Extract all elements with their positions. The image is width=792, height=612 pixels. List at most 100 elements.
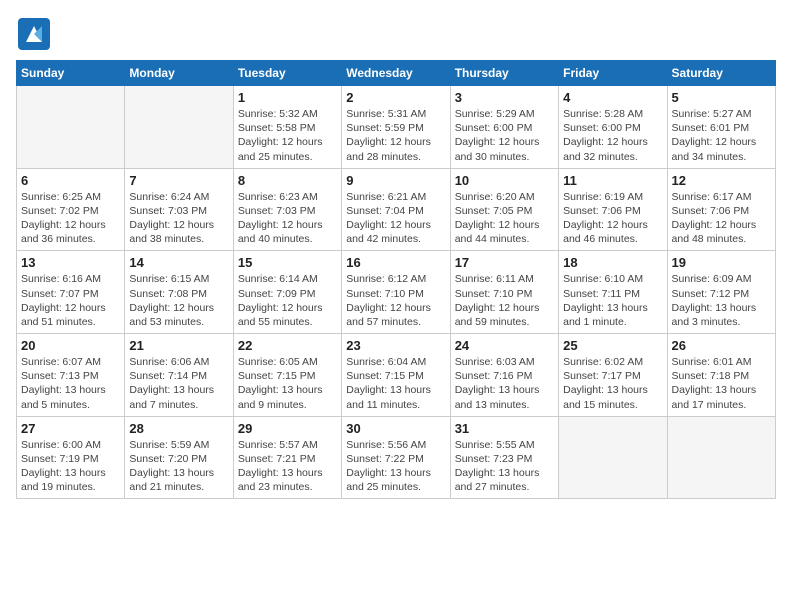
calendar-cell: 16 Sunrise: 6:12 AM Sunset: 7:10 PM Dayli… bbox=[342, 251, 450, 334]
logo-icon bbox=[16, 16, 52, 52]
day-number: 7 bbox=[129, 173, 228, 188]
day-number: 21 bbox=[129, 338, 228, 353]
week-row-2: 6 Sunrise: 6:25 AM Sunset: 7:02 PM Daylig… bbox=[17, 168, 776, 251]
day-info: Sunrise: 6:23 AM Sunset: 7:03 PM Dayligh… bbox=[238, 190, 337, 247]
day-info: Sunrise: 5:57 AM Sunset: 7:21 PM Dayligh… bbox=[238, 438, 337, 495]
calendar-cell: 14Sunrise: 6:15 AM Sunset: 7:08 PM Dayli… bbox=[125, 251, 233, 334]
day-number: 1 bbox=[238, 90, 337, 105]
calendar-cell: 15 Sunrise: 6:14 AM Sunset: 7:09 PM Dayli… bbox=[233, 251, 341, 334]
calendar-cell: 20 Sunrise: 6:07 AM Sunset: 7:13 PM Dayli… bbox=[17, 334, 125, 417]
week-row-5: 27 Sunrise: 6:00 AM Sunset: 7:19 PM Dayli… bbox=[17, 416, 776, 499]
calendar-cell: 8 Sunrise: 6:23 AM Sunset: 7:03 PM Daylig… bbox=[233, 168, 341, 251]
day-info: Sunrise: 6:11 AM Sunset: 7:10 PM Dayligh… bbox=[455, 272, 554, 329]
day-info: Sunrise: 6:25 AM Sunset: 7:02 PM Dayligh… bbox=[21, 190, 120, 247]
day-info: Sunrise: 6:09 AM Sunset: 7:12 PM Dayligh… bbox=[672, 272, 771, 329]
day-number: 12 bbox=[672, 173, 771, 188]
day-number: 29 bbox=[238, 421, 337, 436]
calendar-cell: 7 Sunrise: 6:24 AM Sunset: 7:03 PM Daylig… bbox=[125, 168, 233, 251]
calendar-cell: 1Sunrise: 5:32 AM Sunset: 5:58 PM Daylig… bbox=[233, 86, 341, 169]
calendar-cell: 31 Sunrise: 5:55 AM Sunset: 7:23 PM Dayli… bbox=[450, 416, 558, 499]
day-number: 5 bbox=[672, 90, 771, 105]
calendar-cell: 17 Sunrise: 6:11 AM Sunset: 7:10 PM Dayli… bbox=[450, 251, 558, 334]
calendar-cell bbox=[559, 416, 667, 499]
calendar-cell: 11 Sunrise: 6:19 AM Sunset: 7:06 PM Dayli… bbox=[559, 168, 667, 251]
day-number: 17 bbox=[455, 255, 554, 270]
day-info: Sunrise: 6:19 AM Sunset: 7:06 PM Dayligh… bbox=[563, 190, 662, 247]
day-number: 26 bbox=[672, 338, 771, 353]
weekday-header-monday: Monday bbox=[125, 61, 233, 86]
day-number: 3 bbox=[455, 90, 554, 105]
calendar-cell: 21 Sunrise: 6:06 AM Sunset: 7:14 PM Dayli… bbox=[125, 334, 233, 417]
day-info: Sunrise: 5:59 AM Sunset: 7:20 PM Dayligh… bbox=[129, 438, 228, 495]
day-number: 16 bbox=[346, 255, 445, 270]
calendar-cell: 26 Sunrise: 6:01 AM Sunset: 7:18 PM Dayli… bbox=[667, 334, 775, 417]
calendar-cell: 3 Sunrise: 5:29 AM Sunset: 6:00 PM Daylig… bbox=[450, 86, 558, 169]
calendar-cell: 6 Sunrise: 6:25 AM Sunset: 7:02 PM Daylig… bbox=[17, 168, 125, 251]
calendar-cell: 30 Sunrise: 5:56 AM Sunset: 7:22 PM Dayli… bbox=[342, 416, 450, 499]
weekday-header-row: SundayMondayTuesdayWednesdayThursdayFrid… bbox=[17, 61, 776, 86]
day-number: 4 bbox=[563, 90, 662, 105]
week-row-4: 20 Sunrise: 6:07 AM Sunset: 7:13 PM Dayli… bbox=[17, 334, 776, 417]
calendar-cell: 19 Sunrise: 6:09 AM Sunset: 7:12 PM Dayli… bbox=[667, 251, 775, 334]
day-number: 15 bbox=[238, 255, 337, 270]
day-info: Sunrise: 6:12 AM Sunset: 7:10 PM Dayligh… bbox=[346, 272, 445, 329]
day-info: Sunrise: 6:21 AM Sunset: 7:04 PM Dayligh… bbox=[346, 190, 445, 247]
calendar-cell: 18 Sunrise: 6:10 AM Sunset: 7:11 PM Dayli… bbox=[559, 251, 667, 334]
calendar-cell bbox=[667, 416, 775, 499]
calendar-cell: 10Sunrise: 6:20 AM Sunset: 7:05 PM Dayli… bbox=[450, 168, 558, 251]
day-info: Sunrise: 6:06 AM Sunset: 7:14 PM Dayligh… bbox=[129, 355, 228, 412]
day-info: Sunrise: 6:16 AM Sunset: 7:07 PM Dayligh… bbox=[21, 272, 120, 329]
day-number: 14 bbox=[129, 255, 228, 270]
page-header bbox=[16, 16, 776, 52]
calendar-cell: 12 Sunrise: 6:17 AM Sunset: 7:06 PM Dayli… bbox=[667, 168, 775, 251]
day-info: Sunrise: 6:04 AM Sunset: 7:15 PM Dayligh… bbox=[346, 355, 445, 412]
calendar-cell: 25 Sunrise: 6:02 AM Sunset: 7:17 PM Dayli… bbox=[559, 334, 667, 417]
calendar-cell: 29 Sunrise: 5:57 AM Sunset: 7:21 PM Dayli… bbox=[233, 416, 341, 499]
day-info: Sunrise: 6:17 AM Sunset: 7:06 PM Dayligh… bbox=[672, 190, 771, 247]
day-info: Sunrise: 6:00 AM Sunset: 7:19 PM Dayligh… bbox=[21, 438, 120, 495]
day-number: 8 bbox=[238, 173, 337, 188]
day-info: Sunrise: 6:07 AM Sunset: 7:13 PM Dayligh… bbox=[21, 355, 120, 412]
weekday-header-wednesday: Wednesday bbox=[342, 61, 450, 86]
calendar-cell: 13 Sunrise: 6:16 AM Sunset: 7:07 PM Dayli… bbox=[17, 251, 125, 334]
week-row-3: 13 Sunrise: 6:16 AM Sunset: 7:07 PM Dayli… bbox=[17, 251, 776, 334]
day-number: 30 bbox=[346, 421, 445, 436]
logo bbox=[16, 16, 56, 52]
day-info: Sunrise: 5:29 AM Sunset: 6:00 PM Dayligh… bbox=[455, 107, 554, 164]
day-number: 28 bbox=[129, 421, 228, 436]
day-number: 2 bbox=[346, 90, 445, 105]
calendar-cell bbox=[17, 86, 125, 169]
weekday-header-thursday: Thursday bbox=[450, 61, 558, 86]
calendar-cell: 9Sunrise: 6:21 AM Sunset: 7:04 PM Daylig… bbox=[342, 168, 450, 251]
day-info: Sunrise: 5:31 AM Sunset: 5:59 PM Dayligh… bbox=[346, 107, 445, 164]
calendar-cell: 2 Sunrise: 5:31 AM Sunset: 5:59 PM Daylig… bbox=[342, 86, 450, 169]
day-info: Sunrise: 5:28 AM Sunset: 6:00 PM Dayligh… bbox=[563, 107, 662, 164]
calendar-cell: 24Sunrise: 6:03 AM Sunset: 7:16 PM Dayli… bbox=[450, 334, 558, 417]
day-number: 6 bbox=[21, 173, 120, 188]
day-info: Sunrise: 6:05 AM Sunset: 7:15 PM Dayligh… bbox=[238, 355, 337, 412]
day-number: 27 bbox=[21, 421, 120, 436]
weekday-header-tuesday: Tuesday bbox=[233, 61, 341, 86]
day-number: 19 bbox=[672, 255, 771, 270]
calendar-cell: 27 Sunrise: 6:00 AM Sunset: 7:19 PM Dayli… bbox=[17, 416, 125, 499]
day-number: 24 bbox=[455, 338, 554, 353]
day-number: 11 bbox=[563, 173, 662, 188]
day-number: 20 bbox=[21, 338, 120, 353]
day-info: Sunrise: 6:14 AM Sunset: 7:09 PM Dayligh… bbox=[238, 272, 337, 329]
day-number: 25 bbox=[563, 338, 662, 353]
calendar-cell: 4 Sunrise: 5:28 AM Sunset: 6:00 PM Daylig… bbox=[559, 86, 667, 169]
day-info: Sunrise: 6:01 AM Sunset: 7:18 PM Dayligh… bbox=[672, 355, 771, 412]
day-info: Sunrise: 6:24 AM Sunset: 7:03 PM Dayligh… bbox=[129, 190, 228, 247]
day-number: 31 bbox=[455, 421, 554, 436]
day-info: Sunrise: 5:55 AM Sunset: 7:23 PM Dayligh… bbox=[455, 438, 554, 495]
calendar-cell: 22Sunrise: 6:05 AM Sunset: 7:15 PM Dayli… bbox=[233, 334, 341, 417]
day-info: Sunrise: 6:02 AM Sunset: 7:17 PM Dayligh… bbox=[563, 355, 662, 412]
week-row-1: 1Sunrise: 5:32 AM Sunset: 5:58 PM Daylig… bbox=[17, 86, 776, 169]
day-number: 13 bbox=[21, 255, 120, 270]
day-info: Sunrise: 5:56 AM Sunset: 7:22 PM Dayligh… bbox=[346, 438, 445, 495]
day-number: 18 bbox=[563, 255, 662, 270]
day-info: Sunrise: 6:10 AM Sunset: 7:11 PM Dayligh… bbox=[563, 272, 662, 329]
weekday-header-sunday: Sunday bbox=[17, 61, 125, 86]
calendar-cell: 5Sunrise: 5:27 AM Sunset: 6:01 PM Daylig… bbox=[667, 86, 775, 169]
calendar-cell bbox=[125, 86, 233, 169]
